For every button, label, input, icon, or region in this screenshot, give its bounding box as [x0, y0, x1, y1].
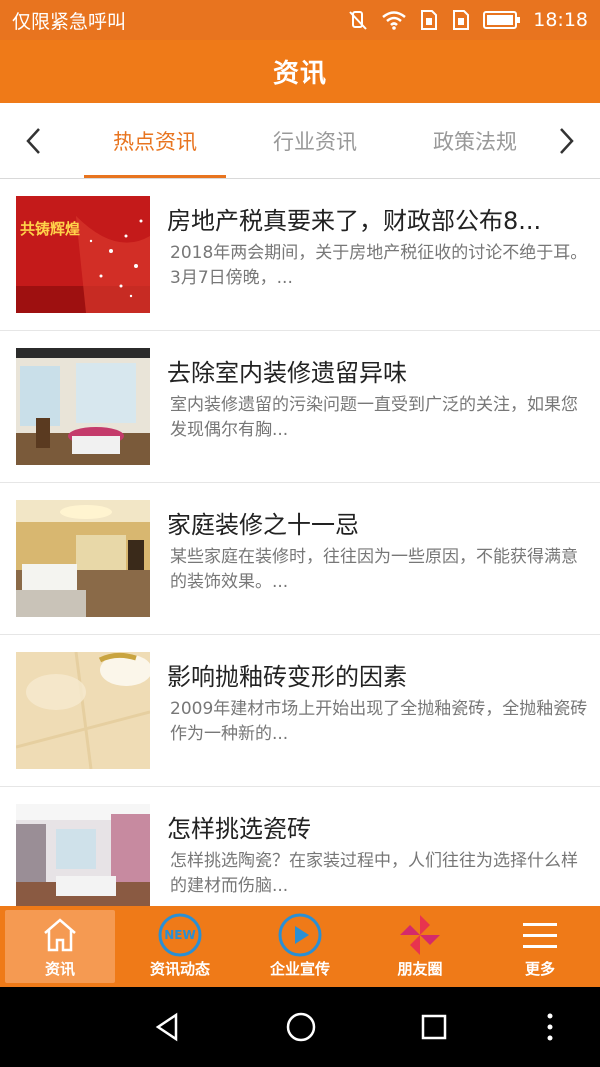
- news-title: 家庭装修之十一忌: [167, 511, 359, 539]
- tab-scroll-left-button[interactable]: [4, 103, 64, 179]
- news-summary: 2009年建材市场上开始出现了全抛釉瓷砖，全抛釉瓷砖作为一种新的...: [170, 699, 588, 744]
- news-summary: 2018年两会期间，关于房地产税征收的讨论不绝于耳。3月7日傍晚，...: [170, 243, 588, 288]
- chevron-left-icon: [26, 128, 40, 154]
- new-badge-icon: NEW: [158, 913, 202, 957]
- page-title: 资讯: [272, 59, 327, 89]
- status-bar: 仅限紧急呼叫 18:18: [0, 0, 600, 40]
- news-title: 怎样挑选瓷砖: [167, 815, 311, 843]
- new-badge-text: NEW: [164, 928, 196, 942]
- battery-icon: [483, 11, 521, 29]
- clock: 18:18: [533, 9, 588, 31]
- news-title: 影响抛釉砖变形的因素: [167, 663, 407, 691]
- tab-policy[interactable]: 政策法规: [405, 103, 545, 179]
- news-summary: 某些家庭在装修时，往往因为一些原因，不能获得满意的装饰效果。...: [170, 547, 578, 592]
- recents-square-icon: [421, 1014, 447, 1040]
- home-circle-icon: [286, 1012, 316, 1042]
- tab-scroll-right-button[interactable]: [536, 103, 596, 179]
- tab-hot-news[interactable]: 热点资讯: [85, 103, 225, 179]
- system-home-button[interactable]: [261, 987, 341, 1067]
- menu-icon: [520, 914, 560, 956]
- nav-label: 资讯动态: [149, 960, 210, 978]
- nav-news-updates[interactable]: NEW 资讯动态: [120, 906, 240, 987]
- page-title-bar: 资讯: [0, 40, 600, 103]
- play-icon: [278, 913, 322, 957]
- news-title: 去除室内装修遗留异味: [167, 359, 407, 387]
- sim2-icon: [451, 9, 471, 31]
- carrier-text: 仅限紧急呼叫: [12, 10, 127, 33]
- nav-more[interactable]: 更多: [480, 906, 600, 987]
- wifi-icon: [381, 10, 407, 30]
- news-item[interactable]: 影响抛釉砖变形的因素 2009年建材市场上开始出现了全抛釉瓷砖，全抛釉瓷砖作为一…: [0, 635, 600, 787]
- pinwheel-icon: [398, 914, 442, 956]
- nav-company-promo[interactable]: 企业宣传: [240, 906, 360, 987]
- nav-moments[interactable]: 朋友圈: [360, 906, 480, 987]
- nav-label: 朋友圈: [397, 960, 443, 978]
- news-thumbnail: [16, 652, 150, 769]
- news-thumbnail: [16, 804, 150, 908]
- sim1-icon: [419, 9, 439, 31]
- bottom-nav: 资讯 NEW 资讯动态 企业宣传 朋友圈 更多: [0, 906, 600, 987]
- news-summary: 室内装修遗留的污染问题一直受到广泛的关注，如果您发现偶尔有胸...: [170, 395, 578, 440]
- news-list: 共铸辉煌 房地产税真要来了，财政部公布8... 2018年两会期间，关于房地产税…: [0, 179, 600, 939]
- home-icon: [40, 914, 80, 956]
- nav-label: 企业宣传: [269, 960, 330, 978]
- news-title: 房地产税真要来了，财政部公布8...: [167, 207, 542, 235]
- news-summary: 怎样挑选陶瓷？在家装过程中，人们往往为选择什么样的建材而伤脑...: [170, 851, 578, 896]
- nav-news[interactable]: 资讯: [0, 906, 120, 987]
- system-back-button[interactable]: [128, 987, 208, 1067]
- vertical-dots-icon: [547, 1013, 553, 1041]
- nav-label: 资讯: [44, 960, 75, 978]
- active-tab-indicator: [84, 175, 226, 178]
- thumbnail-caption: 共铸辉煌: [20, 220, 81, 238]
- tab-industry-news[interactable]: 行业资讯: [245, 103, 385, 179]
- chevron-right-icon: [560, 128, 574, 154]
- news-item[interactable]: 共铸辉煌 房地产税真要来了，财政部公布8... 2018年两会期间，关于房地产税…: [0, 179, 600, 331]
- category-tab-bar: 热点资讯 行业资讯 政策法规: [0, 103, 600, 179]
- news-item[interactable]: 去除室内装修遗留异味 室内装修遗留的污染问题一直受到广泛的关注，如果您发现偶尔有…: [0, 331, 600, 483]
- news-item[interactable]: 家庭装修之十一忌 某些家庭在装修时，往往因为一些原因，不能获得满意的装饰效果。.…: [0, 483, 600, 635]
- news-thumbnail: 共铸辉煌: [16, 196, 150, 313]
- system-nav-bar: [0, 987, 600, 1067]
- back-triangle-icon: [155, 1012, 178, 1042]
- news-thumbnail: [16, 348, 150, 465]
- system-recents-button[interactable]: [394, 987, 474, 1067]
- system-overflow-button[interactable]: [510, 987, 590, 1067]
- vibrate-off-icon: [347, 9, 369, 31]
- nav-label: 更多: [524, 960, 555, 978]
- news-thumbnail: [16, 500, 150, 617]
